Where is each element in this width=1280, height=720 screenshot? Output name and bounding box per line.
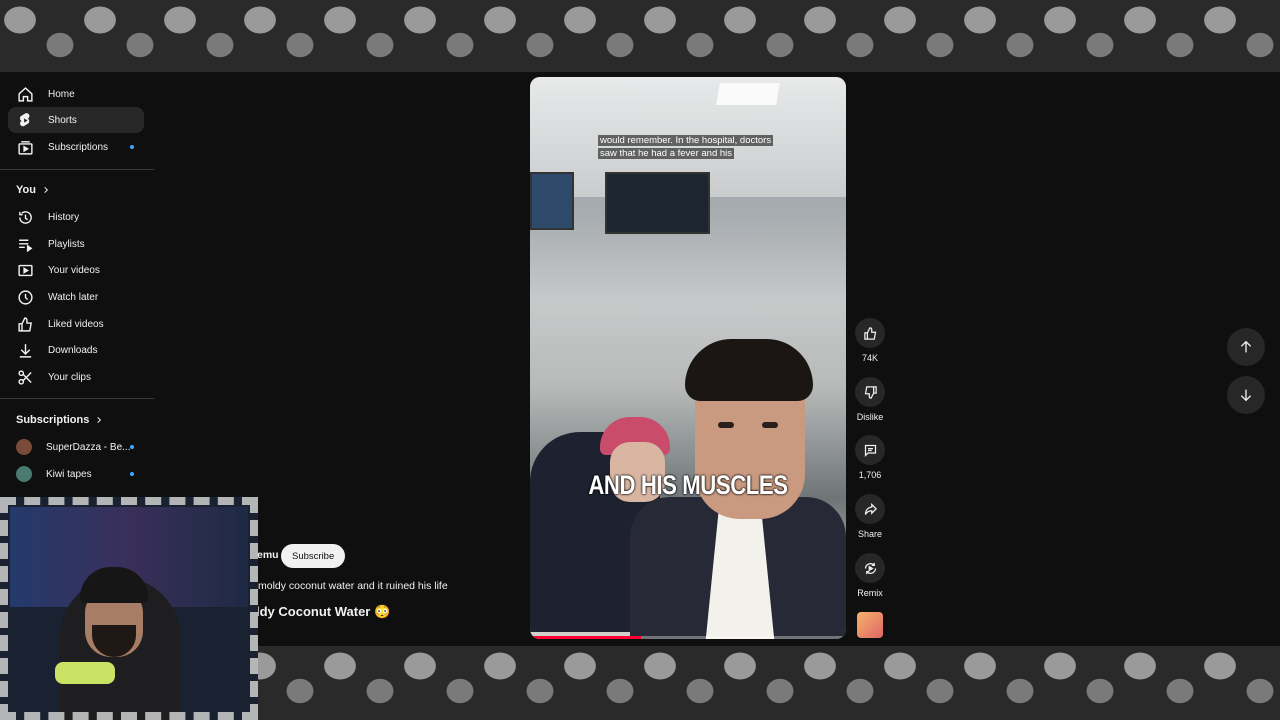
dislike-action: Dislike xyxy=(852,377,888,422)
short-title[interactable]: ldy Coconut Water 😳 xyxy=(256,604,390,620)
thumbs-down-icon xyxy=(864,385,877,399)
video-presenter-hair xyxy=(685,339,813,401)
skull-background-top xyxy=(0,0,1280,72)
comment-icon xyxy=(864,444,876,457)
remix-label: Remix xyxy=(857,588,883,598)
sidebar-item-shorts[interactable]: Shorts xyxy=(8,107,144,133)
sidebar-item-subscriptions[interactable]: Subscriptions xyxy=(8,134,144,160)
shorts-video-player[interactable]: would remember. In the hospital, doctors… xyxy=(530,77,846,639)
sidebar-item-label: Downloads xyxy=(48,344,98,356)
remix-icon xyxy=(864,562,876,574)
like-button[interactable] xyxy=(855,318,885,348)
video-progress-fill xyxy=(530,636,641,639)
next-short-button[interactable] xyxy=(1227,376,1265,414)
sidebar-divider xyxy=(0,398,154,399)
new-content-dot xyxy=(130,472,134,476)
playlists-icon xyxy=(16,235,34,253)
chevron-right-icon xyxy=(44,186,49,194)
remix-action: Remix xyxy=(852,553,888,598)
video-scene-light xyxy=(716,83,780,105)
caption-line: would remember. In the hospital, doctors xyxy=(598,135,774,146)
like-count: 74K xyxy=(861,353,878,363)
share-button[interactable] xyxy=(855,494,885,524)
downloads-icon xyxy=(16,341,34,359)
sidebar-item-label: Shorts xyxy=(48,114,77,126)
sidebar-item-label: Playlists xyxy=(48,238,85,250)
sidebar-item-your-videos[interactable]: Your videos xyxy=(8,257,144,283)
sidebar-item-label: Liked videos xyxy=(48,318,104,330)
remix-button[interactable] xyxy=(855,553,885,583)
share-icon xyxy=(864,502,877,515)
your-videos-icon xyxy=(16,261,34,279)
subscriptions-heading-label: Subscriptions xyxy=(16,414,90,426)
share-action: Share xyxy=(852,494,888,539)
subscriptions-section-heading[interactable]: Subscriptions xyxy=(16,414,103,426)
channel-name[interactable]: emu xyxy=(257,549,279,561)
video-presenter-eye xyxy=(718,422,734,428)
home-icon xyxy=(16,85,34,103)
clips-icon xyxy=(16,368,34,386)
channel-avatar xyxy=(16,466,32,482)
dislike-label: Dislike xyxy=(856,412,884,422)
liked-videos-icon xyxy=(16,315,34,333)
video-caption-top: would remember. In the hospital, doctors… xyxy=(598,134,818,160)
new-content-dot xyxy=(130,445,134,449)
sidebar-item-label: Watch later xyxy=(48,291,99,303)
webcam-overlay xyxy=(0,497,258,720)
sound-thumbnail[interactable] xyxy=(857,612,883,638)
video-progress-bar[interactable] xyxy=(530,636,846,639)
sidebar-item-label: History xyxy=(48,211,80,223)
comments-button[interactable] xyxy=(855,435,885,465)
caption-line: saw that he had a fever and his xyxy=(598,148,735,159)
dislike-button[interactable] xyxy=(855,377,885,407)
short-description: moldy coconut water and it ruined his li… xyxy=(258,580,448,592)
comments-action: 1,706 xyxy=(852,435,888,480)
sidebar: Home Shorts Subscriptions You History Pl… xyxy=(0,72,156,502)
video-scene-monitor xyxy=(605,172,710,234)
new-content-dot xyxy=(130,145,134,149)
video-scene-monitor xyxy=(530,172,574,230)
you-section-heading[interactable]: You xyxy=(16,184,50,196)
video-presenter-eye xyxy=(762,422,778,428)
sidebar-item-label: Subscriptions xyxy=(48,141,109,153)
sidebar-item-subscription-channel[interactable]: SuperDazza - Be... xyxy=(8,434,144,460)
sidebar-item-your-clips[interactable]: Your clips xyxy=(8,364,144,390)
arrow-up-icon xyxy=(1240,340,1252,353)
share-label: Share xyxy=(857,529,883,539)
watch-later-icon xyxy=(16,288,34,306)
video-caption-large: AND HIS MUSCLES xyxy=(588,470,788,500)
sidebar-divider xyxy=(0,169,154,170)
thumbs-up-icon xyxy=(863,326,876,340)
history-icon xyxy=(16,208,34,226)
sidebar-item-home[interactable]: Home xyxy=(8,81,144,107)
sidebar-item-downloads[interactable]: Downloads xyxy=(8,337,144,363)
sidebar-item-label: SuperDazza - Be... xyxy=(46,441,131,453)
sidebar-item-label: Home xyxy=(48,88,75,100)
sidebar-item-label: Your videos xyxy=(48,264,100,276)
sidebar-item-watch-later[interactable]: Watch later xyxy=(8,284,144,310)
sidebar-item-label: Kiwi tapes xyxy=(46,468,92,480)
sidebar-item-playlists[interactable]: Playlists xyxy=(8,231,144,257)
channel-avatar xyxy=(16,439,32,455)
previous-short-button[interactable] xyxy=(1227,328,1265,366)
shorts-icon xyxy=(16,111,34,129)
like-action: 74K xyxy=(852,318,888,363)
you-heading-label: You xyxy=(16,184,36,196)
sidebar-item-liked-videos[interactable]: Liked videos xyxy=(8,311,144,337)
subscriptions-icon xyxy=(16,138,34,156)
sidebar-item-label: Your clips xyxy=(48,371,91,383)
webcam-skull-frame xyxy=(0,497,258,720)
sidebar-item-history[interactable]: History xyxy=(8,204,144,230)
comment-count: 1,706 xyxy=(858,470,882,480)
sidebar-item-subscription-channel[interactable]: Kiwi tapes xyxy=(8,461,144,487)
chevron-right-icon xyxy=(97,416,102,424)
arrow-down-icon xyxy=(1240,389,1252,402)
subscribe-button[interactable]: Subscribe xyxy=(281,544,346,568)
